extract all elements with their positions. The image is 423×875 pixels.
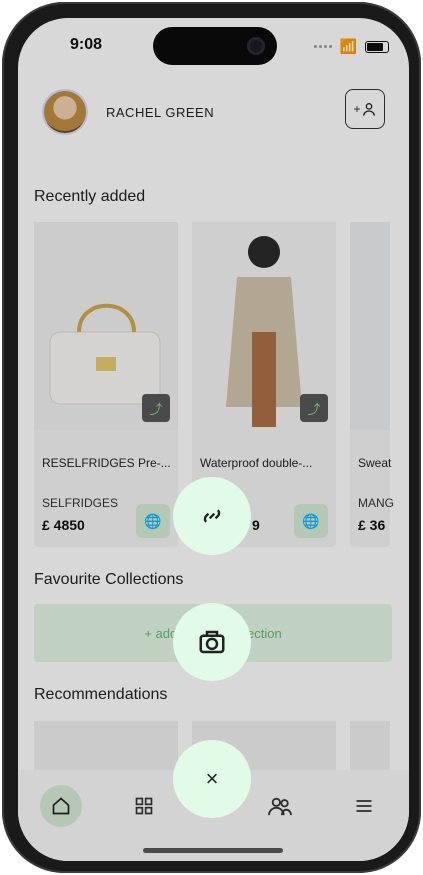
phone-frame: 9:08 📶 RACHEL GREEN + Recently added ⤴ R…	[2, 2, 421, 873]
camera-icon	[199, 630, 225, 654]
link-button[interactable]	[173, 477, 251, 555]
camera-button[interactable]	[173, 603, 251, 681]
link-icon	[203, 509, 221, 523]
close-icon: ×	[205, 766, 219, 791]
close-button[interactable]: ×	[173, 740, 251, 818]
dim-overlay[interactable]	[18, 18, 409, 861]
app-screen: 9:08 📶 RACHEL GREEN + Recently added ⤴ R…	[18, 18, 409, 861]
